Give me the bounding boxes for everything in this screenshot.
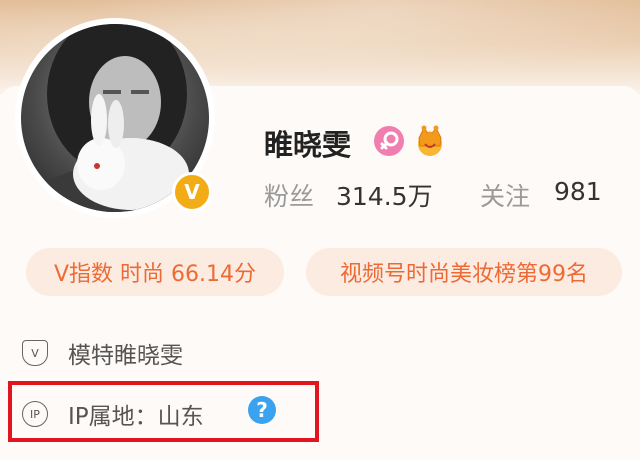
v-index-tag[interactable]: V指数 时尚 66.14分 — [26, 248, 284, 296]
followers-count[interactable]: 314.5万 — [336, 177, 433, 213]
verification-row: V 模特睢晓雯 — [22, 336, 183, 370]
username: 睢晓雯 — [264, 128, 352, 162]
followers-label[interactable]: 粉丝 — [264, 177, 314, 213]
verification-text: 模特睢晓雯 — [68, 343, 183, 369]
following-count[interactable]: 981 — [554, 177, 602, 206]
verified-badge-icon: V — [172, 172, 212, 212]
female-icon — [374, 126, 404, 156]
following-label[interactable]: 关注 — [480, 177, 530, 213]
highlight-annotation-box — [8, 381, 319, 442]
crown-icon[interactable] — [413, 124, 447, 158]
shield-icon: V — [22, 340, 48, 366]
ranking-tag[interactable]: 视频号时尚美妆榜第99名 — [306, 248, 622, 296]
